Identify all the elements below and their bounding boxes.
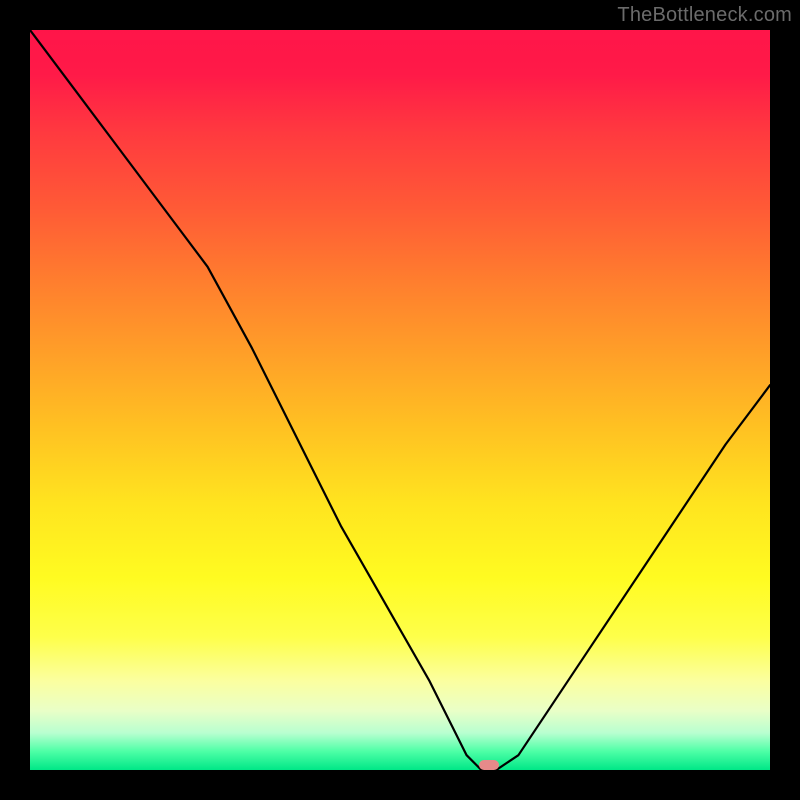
watermark-text: TheBottleneck.com [617,4,792,27]
chart-frame: TheBottleneck.com [0,0,800,800]
optimum-marker [479,760,499,770]
curve-svg [30,30,770,770]
plot-area [30,30,770,770]
bottleneck-curve [30,30,770,770]
